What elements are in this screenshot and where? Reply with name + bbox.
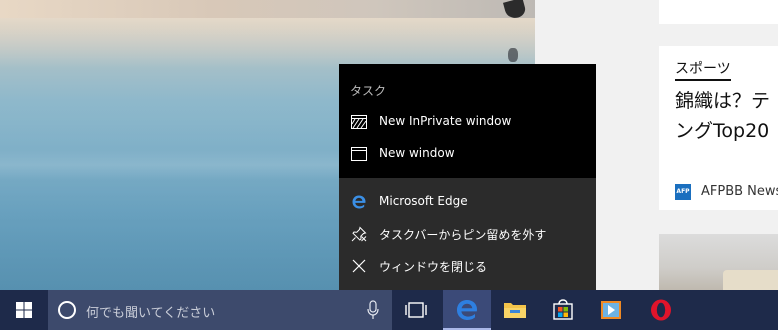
microphone-icon[interactable] [366, 300, 380, 320]
wallpaper-shore [0, 0, 535, 18]
news-headline-line1: 錦織は？テ [675, 90, 771, 112]
jump-list-item-label: ウィンドウを閉じる [379, 260, 488, 274]
task-view-button[interactable] [392, 290, 440, 330]
file-explorer-icon [504, 303, 526, 318]
edge-icon [457, 300, 477, 320]
taskbar-opera-button[interactable] [637, 290, 685, 330]
media-player-icon [601, 301, 621, 319]
new-window-item[interactable]: New window [339, 138, 596, 170]
edge-icon [351, 194, 367, 210]
close-icon [351, 258, 367, 274]
news-card[interactable]: スポーツ 錦織は？テ ングTop20 AFP AFPBB News [659, 46, 778, 210]
taskbar-media-player-button[interactable] [587, 290, 635, 330]
edge-jump-list: タスク New InPrivate window New window Micr… [339, 64, 596, 290]
taskbar: 何でも聞いてください [0, 290, 778, 330]
bird-reflection [508, 48, 518, 62]
new-inprivate-window-item[interactable]: New InPrivate window [339, 106, 596, 138]
cortana-search-box[interactable]: 何でも聞いてください [48, 290, 392, 330]
opera-icon [651, 299, 671, 321]
microsoft-edge-item[interactable]: Microsoft Edge [339, 186, 596, 218]
task-view-icon [405, 302, 427, 318]
windows-logo-icon [16, 302, 32, 318]
news-headline[interactable]: 錦織は？テ ングTop20 [675, 86, 778, 146]
jump-list-item-label: タスクバーからピン留めを外す [379, 228, 547, 242]
wallpaper-shine [0, 18, 535, 68]
news-card-image[interactable] [659, 234, 778, 300]
jump-list-section-title: タスク [350, 84, 387, 98]
inprivate-icon [351, 114, 367, 130]
unpin-from-taskbar-item[interactable]: タスクバーからピン留めを外す [339, 218, 596, 250]
news-category[interactable]: スポーツ [675, 58, 731, 81]
jump-list-item-label: New window [379, 146, 455, 160]
news-source: AFPBB News [701, 184, 778, 199]
jump-list-item-label: Microsoft Edge [379, 194, 468, 208]
search-placeholder: 何でも聞いてください [86, 306, 216, 321]
jump-list-tasks-section: タスク New InPrivate window New window [339, 64, 596, 178]
unpin-icon [351, 226, 367, 242]
jump-list-item-label: New InPrivate window [379, 114, 512, 128]
taskbar-file-explorer-button[interactable] [491, 290, 539, 330]
store-icon [553, 299, 573, 320]
cortana-icon [58, 301, 76, 319]
start-button[interactable] [0, 290, 48, 330]
afp-logo-icon: AFP [675, 184, 691, 200]
window-icon [351, 146, 367, 162]
news-headline-line2: ングTop20 [675, 120, 770, 142]
taskbar-store-button[interactable] [539, 290, 587, 330]
close-window-item[interactable]: ウィンドウを閉じる [339, 250, 596, 282]
news-card-top[interactable] [659, 0, 778, 24]
taskbar-edge-button[interactable] [443, 290, 491, 330]
